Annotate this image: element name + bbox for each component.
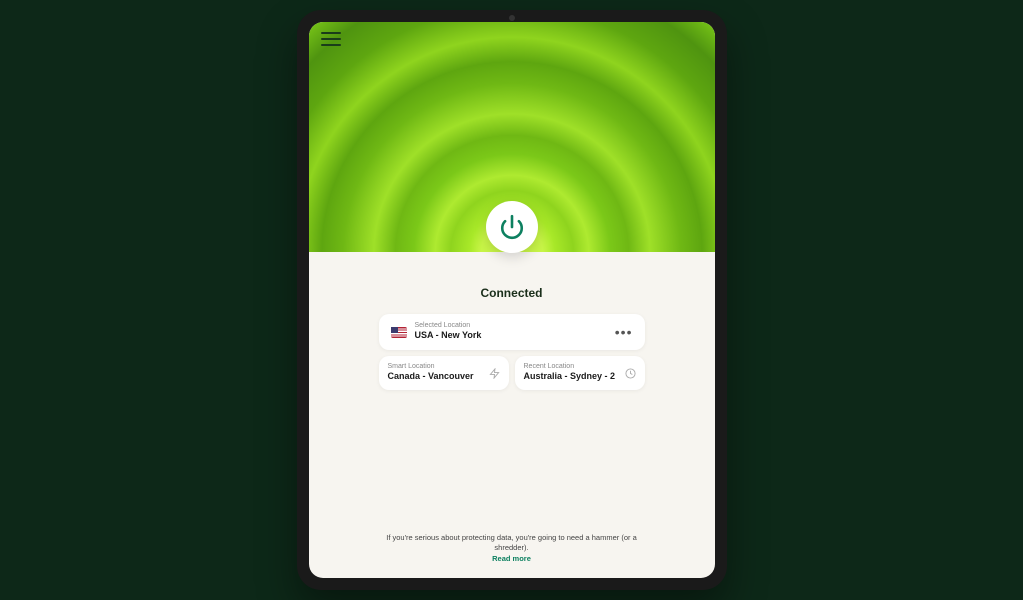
flag-icon [391,327,407,338]
more-options-button[interactable]: ••• [615,324,633,340]
clock-icon [625,368,636,379]
menu-button[interactable] [321,32,341,46]
selected-location-label: Selected Location [415,322,607,330]
device-camera [509,15,515,21]
location-panel: Selected Location USA - New York ••• Sma… [309,300,715,390]
smart-location-card[interactable]: Smart Location Canada - Vancouver [379,356,509,390]
recent-location-value: Australia - Sydney - 2 [524,371,619,383]
selected-location-card[interactable]: Selected Location USA - New York ••• [379,314,645,350]
connection-status: Connected [309,286,715,300]
lightning-icon [489,368,500,379]
smart-location-label: Smart Location [388,363,483,371]
tip-text: If you're serious about protecting data,… [386,533,637,553]
smart-location-value: Canada - Vancouver [388,371,483,383]
tip-message: If you're serious about protecting data,… [309,533,715,565]
read-more-link[interactable]: Read more [369,554,655,565]
power-icon [499,214,525,240]
recent-location-label: Recent Location [524,363,619,371]
app-screen: Connected Selected Location USA - New Yo… [309,22,715,578]
power-toggle-button[interactable] [486,201,538,253]
recent-location-card[interactable]: Recent Location Australia - Sydney - 2 [515,356,645,390]
selected-location-value: USA - New York [415,330,607,342]
tablet-device-frame: Connected Selected Location USA - New Yo… [297,10,727,590]
